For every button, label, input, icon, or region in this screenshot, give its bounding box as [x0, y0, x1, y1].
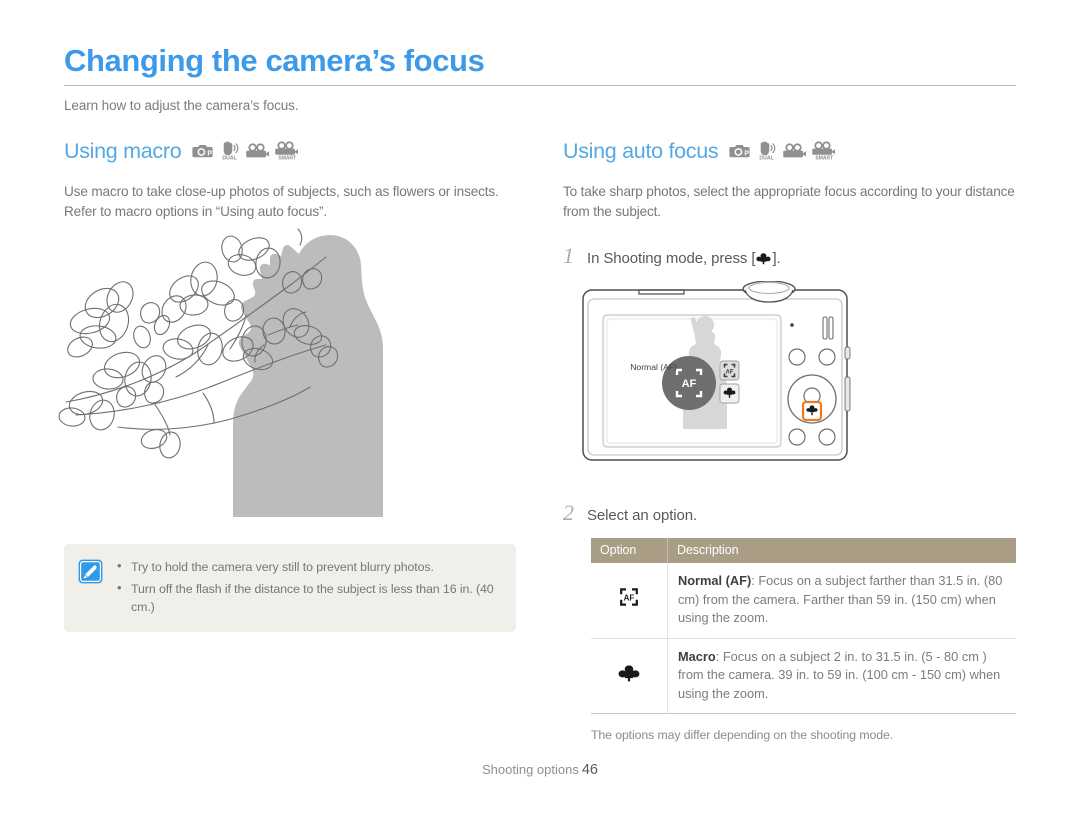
- dual-is-icon: DUAL: [760, 141, 776, 160]
- table-footnote: The options may differ depending on the …: [591, 728, 894, 742]
- note-bullet-item: Try to hold the camera very still to pre…: [117, 557, 502, 576]
- note-icon-cell: [78, 558, 103, 616]
- using-macro-body: Use macro to take close-up photos of sub…: [64, 184, 499, 219]
- camera-back-view: AF Normal (AF) AF: [582, 280, 851, 461]
- lcd-option-af[interactable]: AF: [719, 360, 740, 381]
- step-2: 2 Select an option.: [563, 500, 1016, 526]
- svg-text:P: P: [208, 151, 213, 158]
- note-bullet-list: Try to hold the camera very still to pre…: [117, 557, 502, 616]
- section-title-using-macro: Using macro: [64, 138, 182, 163]
- lcd-mode-label: Normal (AF): [630, 362, 677, 372]
- page-subtitle: Learn how to adjust the camera’s focus.: [64, 98, 299, 114]
- svg-text:DUAL: DUAL: [223, 155, 238, 160]
- step-1-number: 1: [563, 243, 574, 268]
- lcd-option-macro[interactable]: [719, 383, 740, 404]
- page-footer: Shooting options 46: [0, 762, 1080, 778]
- macro-flower-icon: [756, 253, 771, 265]
- step-1-text-before: In Shooting mode, press [: [587, 250, 756, 267]
- macro-illustration: [58, 227, 519, 522]
- button-bottom-right[interactable]: [818, 428, 836, 446]
- section-header-using-macro: Using macro P DUAL SMART: [64, 136, 519, 166]
- column-header-description: Description: [667, 538, 1016, 563]
- macro-button-highlight[interactable]: [801, 400, 823, 422]
- footer-section-label: Shooting options: [482, 762, 579, 777]
- footer-page-number: 46: [581, 762, 598, 778]
- option-name: Normal (AF): [678, 573, 752, 588]
- right-column: Using auto focus P DUAL SMART To take sh…: [563, 136, 1016, 742]
- button-top-right[interactable]: [818, 348, 836, 366]
- left-column: Using macro P DUAL SMART Use macro to ta…: [58, 136, 519, 632]
- button-bottom-left[interactable]: [788, 428, 806, 446]
- magnolia-branch-illustration: [58, 228, 383, 517]
- svg-text:SMART: SMART: [279, 155, 297, 160]
- smart-movie-icon: SMART: [275, 141, 299, 160]
- option-name: Macro: [678, 648, 716, 664]
- mode-icon-group-autofocus: P DUAL SMART: [729, 141, 836, 161]
- option-separator: :: [715, 648, 723, 664]
- button-top-left[interactable]: [788, 348, 806, 366]
- option-icon-cell: [591, 638, 668, 714]
- af-frame-icon: AF: [620, 588, 638, 606]
- using-auto-focus-body: To take sharp photos, select the appropr…: [563, 184, 1015, 219]
- step-2-text: Select an option.: [587, 507, 698, 524]
- movie-icon: [783, 143, 807, 158]
- status-lamp: [790, 323, 794, 327]
- table-row: Macro: Focus on a subject 2 in. to 31.5 …: [591, 638, 1016, 714]
- step-1-text-after: ].: [772, 250, 781, 267]
- option-description-cell: Normal (AF): Focus on a subject farther …: [667, 563, 1016, 639]
- option-icon-cell: AF: [591, 563, 668, 639]
- mode-icon-group-macro: P DUAL SMART: [192, 141, 299, 161]
- title-divider: [64, 85, 1016, 87]
- options-table: Option Description AF Normal (AF): Focus…: [591, 538, 1016, 714]
- photographer-silhouette: [233, 235, 383, 517]
- camera-illustration: AF Normal (AF) AF: [579, 280, 1016, 478]
- section-title-using-auto-focus: Using auto focus: [563, 138, 719, 163]
- svg-text:SMART: SMART: [816, 155, 834, 160]
- macro-flower-icon: [618, 664, 640, 681]
- note-box: Try to hold the camera very still to pre…: [64, 544, 516, 632]
- svg-text:AF: AF: [682, 378, 697, 390]
- step-1: 1 In Shooting mode, press [ ].: [563, 243, 1016, 269]
- section-header-using-auto-focus: Using auto focus P DUAL SMART: [563, 136, 1016, 166]
- page-header: Changing the camera’s focus Learn how to…: [64, 44, 1016, 113]
- svg-text:P: P: [745, 151, 750, 158]
- page-title: Changing the camera’s focus: [64, 43, 485, 78]
- table-row: AF Normal (AF): Focus on a subject farth…: [591, 563, 1016, 639]
- camera-program-icon: P: [192, 145, 213, 158]
- table-header-row: Option Description: [591, 538, 1016, 563]
- strap-lug: [844, 346, 851, 360]
- step-2-number: 2: [563, 500, 574, 525]
- option-description-cell: Macro: Focus on a subject 2 in. to 31.5 …: [667, 638, 1016, 714]
- step-1-text: In Shooting mode, press [ ].: [587, 250, 781, 267]
- svg-text:DUAL: DUAL: [760, 155, 775, 160]
- column-header-option: Option: [591, 538, 668, 563]
- camera-program-icon: P: [729, 145, 750, 158]
- note-pen-icon: [78, 559, 103, 584]
- note-bullet-item: Turn off the flash if the distance to th…: [117, 579, 502, 616]
- side-grip: [844, 376, 851, 412]
- option-description: Focus on a subject 2 in. to 31.5 in. (5 …: [678, 648, 1001, 701]
- svg-text:AF: AF: [624, 593, 635, 602]
- smart-movie-icon: SMART: [812, 141, 836, 160]
- dual-is-icon: DUAL: [223, 141, 239, 160]
- svg-text:AF: AF: [726, 370, 734, 376]
- movie-icon: [246, 143, 270, 158]
